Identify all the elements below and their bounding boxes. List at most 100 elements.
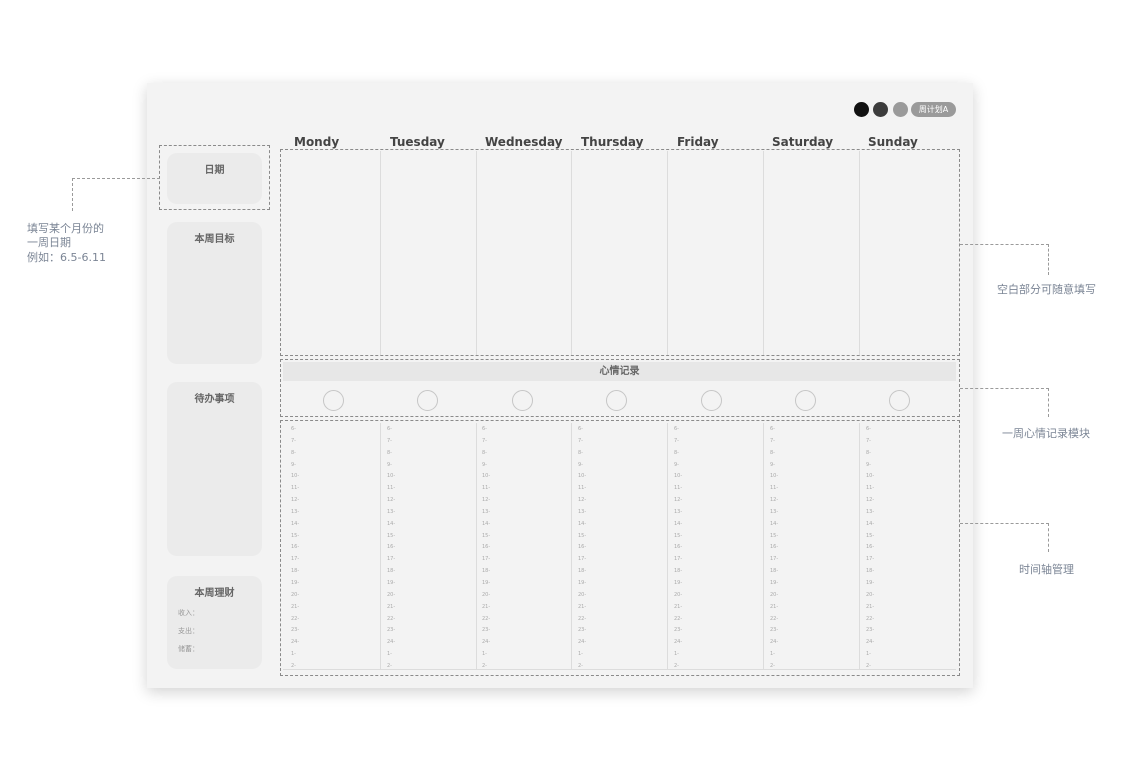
timeline-hour-label: 1-	[482, 651, 487, 658]
timeline-hour-label: 22-	[291, 615, 300, 622]
timeline-hour-label: 11-	[482, 485, 491, 492]
timeline-hour-label: 20-	[291, 591, 300, 598]
column-divider	[763, 151, 764, 355]
timeline-hour-label: 24-	[578, 639, 587, 646]
timeline-hour-label: 9-	[291, 461, 296, 468]
blank-area-frame[interactable]	[280, 149, 960, 356]
timeline-hour-label: 19-	[578, 579, 587, 586]
mood-circle[interactable]	[701, 390, 722, 411]
timeline-hour-label: 9-	[578, 461, 583, 468]
timeline-hour-label: 23-	[291, 627, 300, 634]
timeline-hour-label: 21-	[387, 603, 396, 610]
timeline-hour-label: 23-	[770, 627, 779, 634]
timeline-hour-label: 6-	[387, 426, 392, 432]
timeline-column: 6- 7- 8- 9- 10- 11- 12- 13- 14- 15- 16- 17- 18- 19- 20…	[578, 424, 658, 673]
blank-note-connector	[960, 244, 1049, 275]
timeline-hour-label: 17-	[578, 556, 587, 563]
timeline-hour-label: 9-	[674, 461, 679, 468]
timeline-hour-label: 22-	[578, 615, 587, 622]
timeline-hour-label: 18-	[291, 568, 300, 575]
timeline-hour-label: 12-	[866, 497, 875, 504]
timeline-hour-label: 22-	[674, 615, 683, 622]
timeline-hour-label: 16-	[866, 544, 875, 551]
column-divider	[571, 151, 572, 355]
timeline-hour-label: 22-	[866, 615, 875, 622]
timeline-hour-label: 23-	[578, 627, 587, 634]
mood-circle[interactable]	[512, 390, 533, 411]
timeline-hour-label: 15-	[387, 532, 396, 539]
timeline-hour-label: 21-	[482, 603, 491, 610]
timeline-hour-label: 19-	[291, 579, 300, 586]
timeline-hour-label: 17-	[291, 556, 300, 563]
timeline-hour-label: 6-	[770, 426, 775, 432]
timeline-hour-label: 8-	[674, 449, 679, 456]
timeline-hour-label: 13-	[578, 508, 587, 515]
column-divider	[476, 151, 477, 355]
mood-circle[interactable]	[795, 390, 816, 411]
color-dot[interactable]	[873, 102, 888, 117]
mood-circle[interactable]	[417, 390, 438, 411]
timeline-hour-label: 23-	[866, 627, 875, 634]
timeline-hour-label: 10-	[674, 473, 683, 480]
todo-panel: 待办事项	[167, 382, 262, 556]
timeline-hour-label: 16-	[770, 544, 779, 551]
timeline-hour-label: 13-	[866, 508, 875, 515]
mood-circle[interactable]	[323, 390, 344, 411]
timeline-hour-label: 17-	[674, 556, 683, 563]
plan-badge[interactable]: 周计划A	[911, 102, 956, 117]
timeline-hour-label: 19-	[482, 579, 491, 586]
column-divider	[380, 151, 381, 355]
timeline-hour-label: 20-	[866, 591, 875, 598]
mood-circle[interactable]	[606, 390, 627, 411]
date-panel: 日期	[167, 153, 262, 204]
timeline-note: 时间轴管理	[1019, 563, 1074, 576]
timeline-hour-label: 9-	[866, 461, 871, 468]
color-dot[interactable]	[854, 102, 869, 117]
column-divider	[571, 423, 572, 669]
column-divider	[476, 423, 477, 669]
timeline-hour-label: 11-	[387, 485, 396, 492]
timeline-hour-label: 1-	[770, 651, 775, 658]
timeline-hour-label: 18-	[482, 568, 491, 575]
timeline-hour-label: 18-	[866, 568, 875, 575]
timeline-hour-label: 20-	[770, 591, 779, 598]
mood-title: 心情记录	[283, 362, 956, 381]
timeline-hour-label: 14-	[387, 520, 396, 527]
timeline-hour-label: 6-	[291, 426, 296, 432]
timeline-hour-label: 15-	[291, 532, 300, 539]
timeline-hour-label: 11-	[291, 485, 300, 492]
timeline-hour-label: 23-	[387, 627, 396, 634]
timeline-hour-label: 23-	[482, 627, 491, 634]
timeline-hour-label: 15-	[770, 532, 779, 539]
timeline-hour-label: 2-	[674, 662, 679, 669]
timeline-hour-label: 12-	[387, 497, 396, 504]
timeline-hour-label: 24-	[770, 639, 779, 646]
timeline-hour-label: 16-	[482, 544, 491, 551]
timeline-hour-label: 6-	[482, 426, 487, 432]
timeline-hour-label: 23-	[674, 627, 683, 634]
timeline-hour-label: 15-	[482, 532, 491, 539]
timeline-hour-label: 20-	[387, 591, 396, 598]
timeline-hour-label: 7-	[770, 437, 775, 444]
timeline-hour-label: 21-	[674, 603, 683, 610]
day-header-thursday: Thursday	[581, 135, 644, 149]
timeline-hour-label: 16-	[291, 544, 300, 551]
timeline-hour-label: 24-	[291, 639, 300, 646]
blank-note: 空白部分可随意填写	[997, 283, 1096, 296]
savings-label: 储蓄：	[178, 645, 199, 653]
timeline-hour-label: 7-	[578, 437, 583, 444]
day-header-wednesday: Wednesday	[485, 135, 563, 149]
finance-title: 本周理财	[194, 588, 235, 599]
date-note-line2: 一周日期	[27, 236, 71, 249]
mood-circle[interactable]	[889, 390, 910, 411]
timeline-hour-label: 15-	[866, 532, 875, 539]
timeline-hour-label: 21-	[291, 603, 300, 610]
timeline-hour-label: 20-	[482, 591, 491, 598]
timeline-hour-label: 18-	[387, 568, 396, 575]
column-divider	[667, 151, 668, 355]
timeline-hour-label: 19-	[674, 579, 683, 586]
timeline-hour-label: 10-	[482, 473, 491, 480]
timeline-hour-label: 17-	[387, 556, 396, 563]
timeline-hour-label: 10-	[578, 473, 587, 480]
color-dot[interactable]	[893, 102, 908, 117]
